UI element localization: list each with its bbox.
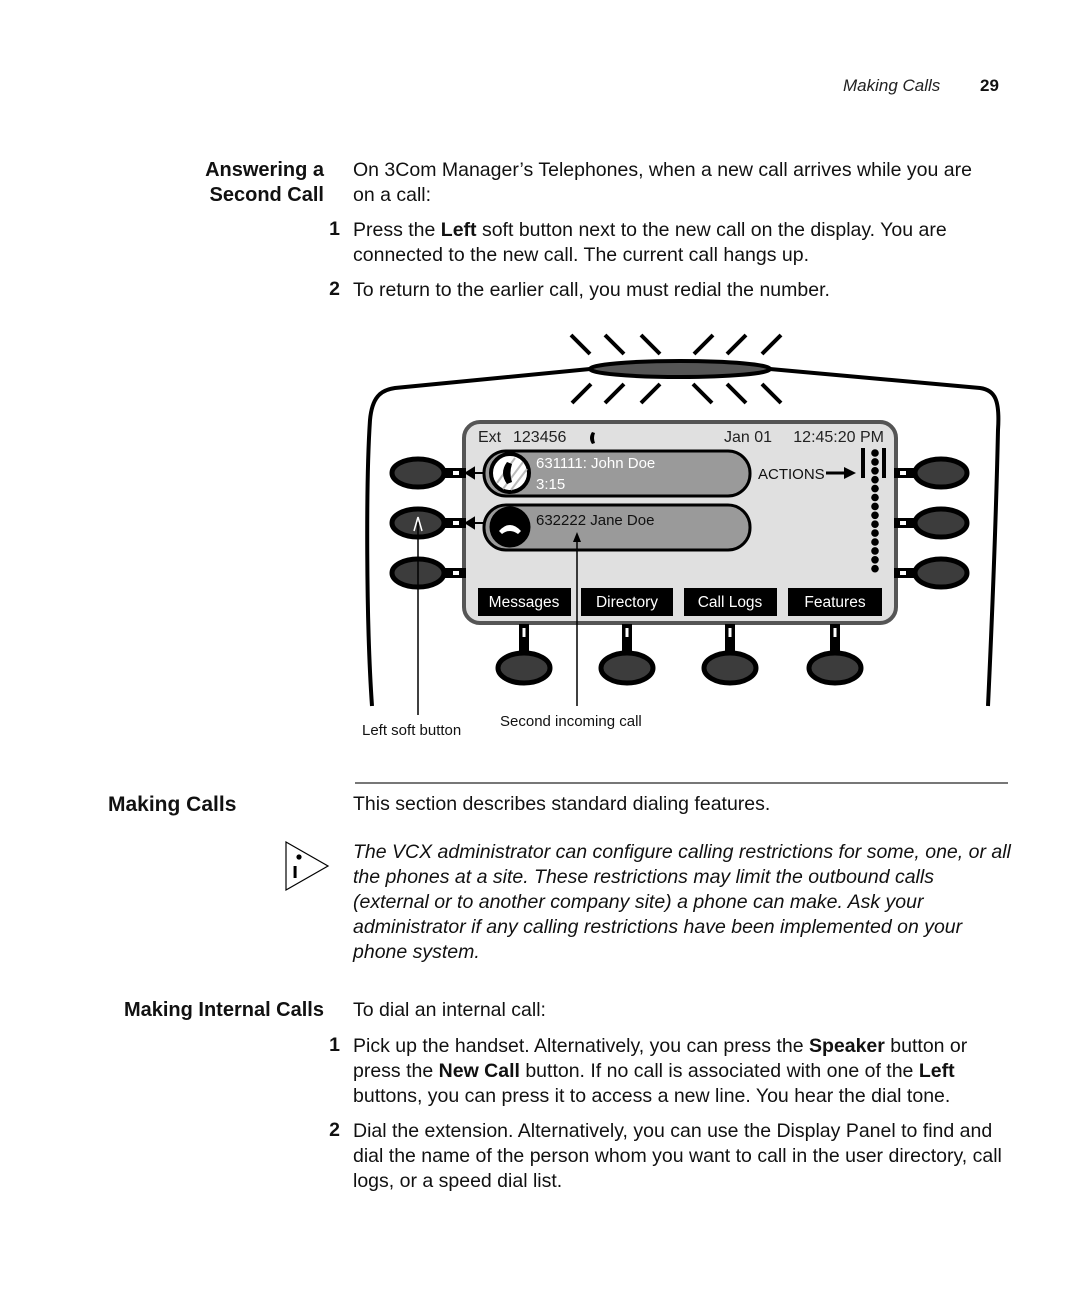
scroll-dot bbox=[871, 502, 879, 511]
emphasis-term: New Call bbox=[438, 1060, 520, 1082]
bottom-soft-button-2[interactable] bbox=[598, 624, 656, 686]
right-soft-button-3[interactable] bbox=[894, 556, 970, 590]
scroll-dot bbox=[871, 529, 879, 537]
left-soft-button-1[interactable] bbox=[389, 456, 466, 490]
call-line-2[interactable]: 632222 Jane Doe bbox=[482, 503, 752, 552]
step-text: Pick up the handset. Alternatively, you … bbox=[353, 1034, 1003, 1109]
softkey-label: Features bbox=[804, 594, 865, 611]
svg-text:ı: ı bbox=[292, 858, 298, 883]
callout-label-left-soft-button: Left soft button bbox=[362, 722, 461, 739]
call-1-duration: 3:15 bbox=[536, 476, 565, 493]
internal-calls-intro: To dial an internal call: bbox=[353, 999, 546, 1021]
info-icon: ı bbox=[285, 840, 330, 892]
scroll-dot bbox=[871, 564, 879, 573]
scroll-dot bbox=[871, 556, 879, 564]
softkey-features[interactable]: Features bbox=[788, 588, 882, 616]
text-run: Pick up the handset. Alternatively, you … bbox=[353, 1035, 809, 1057]
softkey-label: Call Logs bbox=[698, 594, 763, 611]
step-number: 2 bbox=[329, 1119, 340, 1141]
text-run: buttons, you can press it to access a ne… bbox=[353, 1085, 951, 1107]
call-line-1[interactable]: 631111: John Doe 3:15 bbox=[482, 449, 752, 498]
scroll-dot bbox=[871, 520, 879, 528]
section-heading-making-internal-calls: Making Internal Calls bbox=[123, 999, 324, 1021]
emphasis-term: Speaker bbox=[808, 1035, 885, 1057]
softkey-label: Messages bbox=[489, 594, 560, 611]
bottom-soft-button-1[interactable] bbox=[495, 624, 553, 686]
callout-left-soft-button bbox=[413, 516, 423, 715]
scroll-dot bbox=[871, 467, 879, 475]
note-text: The VCX administrator can configure call… bbox=[353, 841, 1011, 963]
softkey-messages[interactable]: Messages bbox=[478, 588, 571, 616]
scroll-dot bbox=[871, 511, 879, 520]
text-run: button. If no call is associated with on… bbox=[519, 1060, 919, 1082]
scroll-dot bbox=[871, 458, 879, 466]
call-1-number-name: 631111: John Doe bbox=[536, 455, 655, 472]
section-divider bbox=[355, 782, 1008, 784]
step-number: 1 bbox=[329, 1034, 340, 1056]
phone-illustration: Ext 123456 Jan 01 12:45:20 PM 631111: Jo… bbox=[362, 333, 1001, 739]
actions-label: ACTIONS bbox=[758, 466, 825, 483]
display-date: Jan 01 bbox=[724, 429, 772, 446]
callout-label-second-incoming-call: Second incoming call bbox=[500, 713, 642, 730]
section-heading-making-calls: Making Calls bbox=[108, 793, 237, 816]
call-2-number-name: 632222 Jane Doe bbox=[536, 512, 654, 529]
emphasis-term: Left bbox=[918, 1060, 955, 1082]
softkey-label: Directory bbox=[596, 594, 658, 611]
scroll-dot bbox=[871, 475, 879, 484]
step-text: Dial the extension. Alternatively, you c… bbox=[353, 1119, 1013, 1194]
scroll-dot bbox=[871, 484, 879, 493]
scroll-dot bbox=[871, 493, 879, 502]
right-soft-button-1[interactable] bbox=[894, 456, 970, 490]
softkey-directory[interactable]: Directory bbox=[581, 588, 673, 616]
scroll-dot bbox=[871, 547, 879, 555]
extension-label: Ext bbox=[478, 429, 502, 446]
right-soft-button-2[interactable] bbox=[894, 506, 970, 540]
text-run: Dial the extension. Alternatively, you c… bbox=[353, 1120, 1002, 1192]
softkey-call-logs[interactable]: Call Logs bbox=[684, 588, 777, 616]
display-time: 12:45:20 PM bbox=[793, 429, 884, 446]
extension-number: 123456 bbox=[513, 429, 566, 446]
left-soft-button-3[interactable] bbox=[389, 556, 466, 590]
scroll-dot bbox=[871, 449, 879, 457]
making-calls-intro: This section describes standard dialing … bbox=[353, 793, 771, 815]
bottom-soft-button-3[interactable] bbox=[701, 624, 759, 686]
message-waiting-lamp bbox=[588, 359, 772, 379]
bottom-soft-button-4[interactable] bbox=[806, 624, 864, 686]
scroll-dot bbox=[871, 538, 879, 546]
left-soft-button-2[interactable] bbox=[389, 506, 466, 540]
